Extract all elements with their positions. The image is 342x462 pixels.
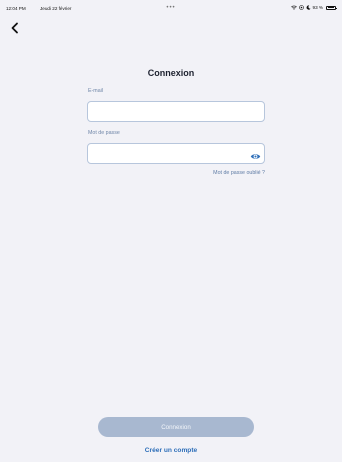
email-field-container[interactable] bbox=[87, 101, 265, 122]
login-screen: 12:04 PM Jeudi 22 février ••• 93 % Conne… bbox=[0, 0, 342, 462]
forgot-password-link[interactable]: Mot de passe oublié ? bbox=[213, 170, 265, 176]
wifi-icon bbox=[290, 5, 297, 10]
location-icon bbox=[298, 5, 304, 10]
eye-icon bbox=[250, 154, 261, 159]
login-button[interactable]: Connexion bbox=[98, 417, 254, 437]
back-button[interactable] bbox=[8, 21, 22, 35]
password-field-container[interactable] bbox=[87, 143, 265, 164]
status-bar: 12:04 PM Jeudi 22 février ••• 93 % bbox=[0, 0, 342, 18]
password-label: Mot de passe bbox=[88, 130, 120, 136]
show-password-button[interactable] bbox=[250, 149, 261, 160]
email-field[interactable] bbox=[88, 102, 264, 121]
chevron-left-icon bbox=[11, 22, 18, 34]
battery-fill bbox=[327, 7, 334, 8]
battery-icon bbox=[326, 5, 337, 10]
multitasking-dots[interactable]: ••• bbox=[166, 5, 175, 11]
status-time: 12:04 PM bbox=[6, 6, 26, 11]
page-title: Connexion bbox=[147, 68, 195, 78]
status-date: Jeudi 22 février bbox=[40, 6, 72, 11]
moon-icon bbox=[306, 5, 311, 10]
battery-percent: 93 % bbox=[312, 5, 323, 10]
status-indicators: 93 % bbox=[290, 5, 337, 10]
create-account-link[interactable]: Créer un compte bbox=[0, 447, 342, 454]
password-field[interactable] bbox=[88, 144, 264, 163]
email-label: E-mail bbox=[88, 88, 104, 94]
